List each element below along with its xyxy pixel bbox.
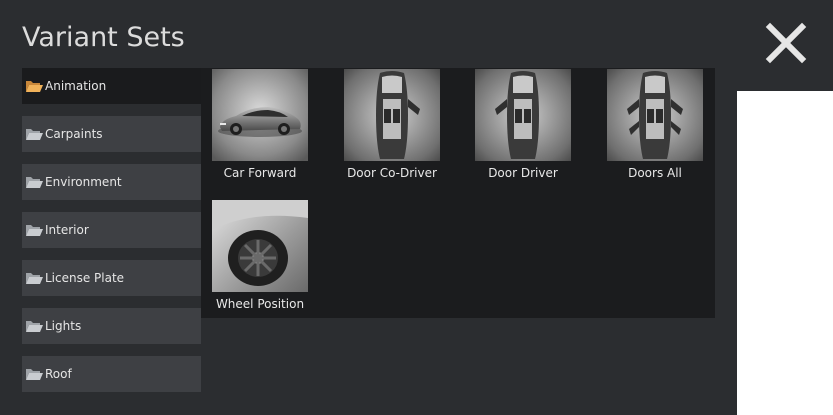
variant-tile-doors-all[interactable]: Doors All: [596, 69, 727, 180]
folder-item-environment[interactable]: Environment: [22, 164, 201, 200]
folder-open-icon: [26, 225, 43, 236]
close-button[interactable]: [764, 22, 808, 64]
dialog-title: Variant Sets: [22, 22, 185, 53]
variant-grid: Car Forward Door Co-Driver Door Driver D…: [201, 68, 715, 318]
car-wheel-closeup-image: [212, 200, 308, 292]
folder-open-icon: [26, 273, 43, 284]
variant-label: Car Forward: [223, 166, 297, 180]
folder-item-interior[interactable]: Interior: [22, 212, 201, 248]
variant-tile-door-driver[interactable]: Door Driver: [464, 69, 595, 180]
variant-label: Door Driver: [488, 166, 558, 180]
variant-tile-wheel-position[interactable]: Wheel Position: [201, 200, 332, 311]
variant-label: Wheel Position: [215, 297, 305, 311]
car-top-view-driver-door-open-image: [475, 69, 571, 161]
folder-item-label: Interior: [45, 223, 89, 237]
folder-item-label: Lights: [45, 319, 82, 333]
folder-item-animation[interactable]: Animation: [22, 68, 201, 104]
folder-open-icon: [26, 369, 43, 380]
close-icon: [765, 22, 807, 64]
car-side-view-image: [212, 69, 308, 161]
folder-item-label: Carpaints: [45, 127, 103, 141]
folder-item-label: Environment: [45, 175, 122, 189]
folder-item-label: License Plate: [45, 271, 125, 285]
folder-item-label: Animation: [45, 79, 107, 93]
variant-label: Door Co-Driver: [347, 166, 437, 180]
folder-item-carpaints[interactable]: Carpaints: [22, 116, 201, 152]
folder-open-icon: [26, 129, 43, 140]
folder-item-label: Roof: [45, 367, 72, 381]
variant-label: Doors All: [628, 166, 682, 180]
car-top-view-all-doors-open-image: [607, 69, 703, 161]
variant-tile-car-forward[interactable]: Car Forward: [201, 69, 332, 180]
folder-item-license-plate[interactable]: License Plate: [22, 260, 201, 296]
folder-list: Animation Carpaints Environment Interior…: [22, 68, 201, 404]
folder-open-icon: [26, 321, 43, 332]
variant-tile-door-co-driver[interactable]: Door Co-Driver: [333, 69, 464, 180]
folder-item-roof[interactable]: Roof: [22, 356, 201, 392]
folder-open-icon: [26, 177, 43, 188]
car-top-view-passenger-door-open-image: [344, 69, 440, 161]
blank-panel: [737, 91, 833, 415]
folder-open-icon: [26, 81, 43, 92]
folder-item-lights[interactable]: Lights: [22, 308, 201, 344]
